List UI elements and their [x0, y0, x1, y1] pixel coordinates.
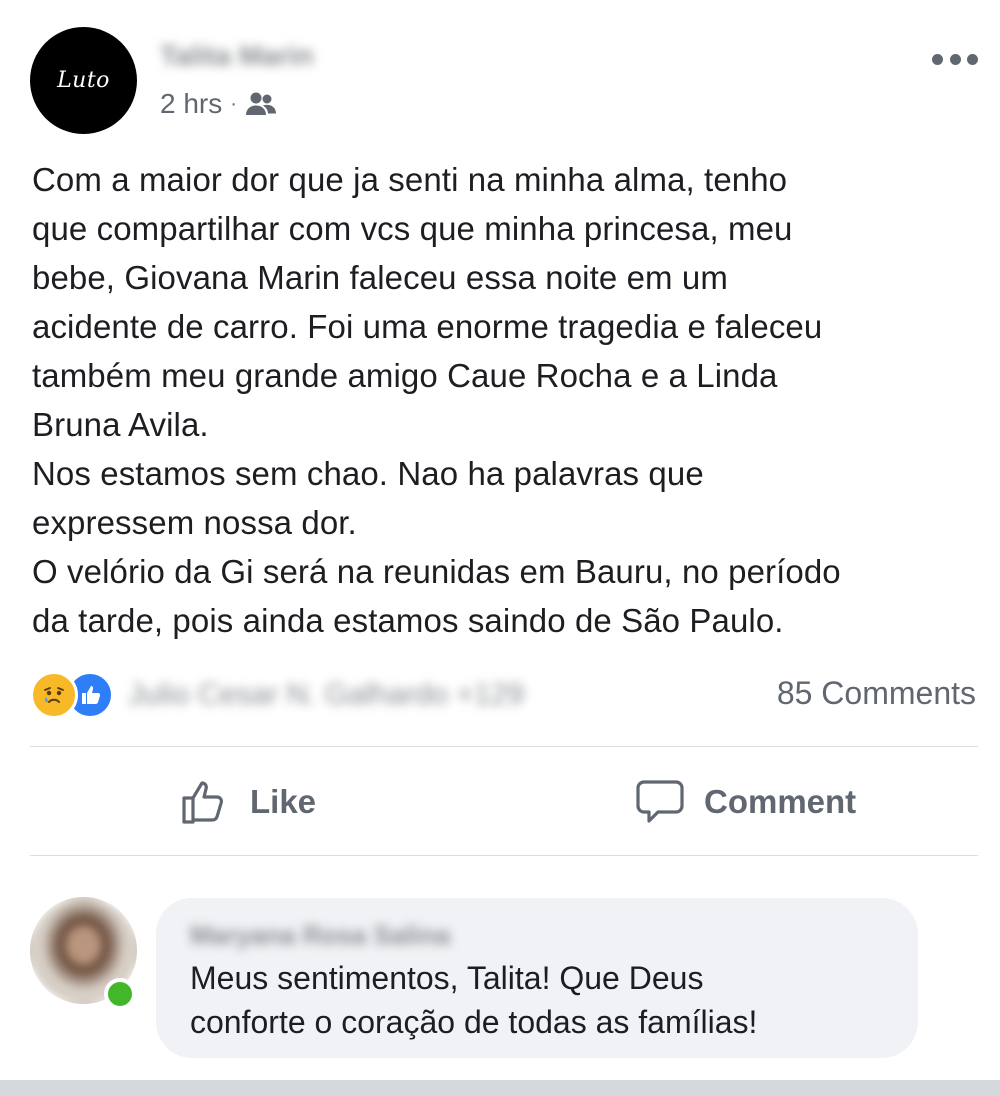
post-text: Com a maior dor que ja senti na minha al…: [32, 155, 982, 645]
online-status-icon: [104, 978, 136, 1010]
post-card: Luto Talita Marin 2 hrs · Com a maior do…: [0, 0, 1000, 1080]
post-text-line: Com a maior dor que ja senti na minha al…: [32, 161, 788, 198]
post-text-line: Bruna Avila.: [32, 406, 209, 443]
post-text-line: da tarde, pois ainda estamos saindo de S…: [32, 602, 784, 639]
more-dot-icon: [949, 53, 961, 65]
divider: [30, 746, 978, 747]
post-meta: 2 hrs ·: [160, 86, 277, 122]
post-text-line: expressem nossa dor.: [32, 504, 357, 541]
comment-bubble-icon: [636, 780, 684, 823]
comment-button[interactable]: Comment: [634, 770, 856, 834]
post-timestamp[interactable]: 2 hrs: [160, 88, 222, 120]
comment-text: Meus sentimentos, Talita! Que Deus confo…: [190, 956, 910, 1044]
comment-text-line: Meus sentimentos, Talita! Que Deus: [190, 960, 704, 996]
reactions-summary[interactable]: Julio Cesar N. Galhardo +129: [30, 670, 524, 720]
more-dot-icon: [967, 53, 978, 65]
post-text-line: também meu grande amigo Caue Rocha e a L…: [32, 357, 778, 394]
page-avatar[interactable]: Luto: [30, 27, 137, 134]
comment-text-line: conforte o coração de todas as famílias!: [190, 1004, 758, 1040]
thumbs-up-icon: [182, 781, 223, 824]
divider: [30, 855, 978, 856]
post-text-line: acidente de carro. Foi uma enorme traged…: [32, 308, 823, 345]
reactors-names[interactable]: Julio Cesar N. Galhardo +129: [128, 678, 524, 712]
post-author-name[interactable]: Talita Marin: [160, 40, 314, 72]
comments-count[interactable]: 85 Comments: [777, 675, 976, 712]
comment-author-name[interactable]: Maryana Rosa Salina: [190, 920, 450, 951]
feed-separator: [0, 1080, 1000, 1096]
meta-separator: ·: [230, 92, 237, 115]
like-button[interactable]: Like: [180, 770, 316, 834]
post-text-line: que compartilhar com vcs que minha princ…: [32, 210, 793, 247]
post-text-line: O velório da Gi será na reunidas em Baur…: [32, 553, 841, 590]
more-options-button[interactable]: [932, 48, 978, 70]
friends-icon: [245, 92, 276, 115]
comment-label: Comment: [704, 783, 857, 820]
sad-reaction-icon: [30, 671, 78, 719]
avatar-logo-text: Luto: [57, 68, 110, 93]
post-text-line: bebe, Giovana Marin faleceu essa noite e…: [32, 259, 728, 296]
comment-bubble: Maryana Rosa Salina Meus sentimentos, Ta…: [156, 898, 918, 1058]
post-text-line: Nos estamos sem chao. Nao ha palavras qu…: [32, 455, 704, 492]
more-dot-icon: [932, 53, 943, 65]
like-label: Like: [250, 783, 317, 820]
